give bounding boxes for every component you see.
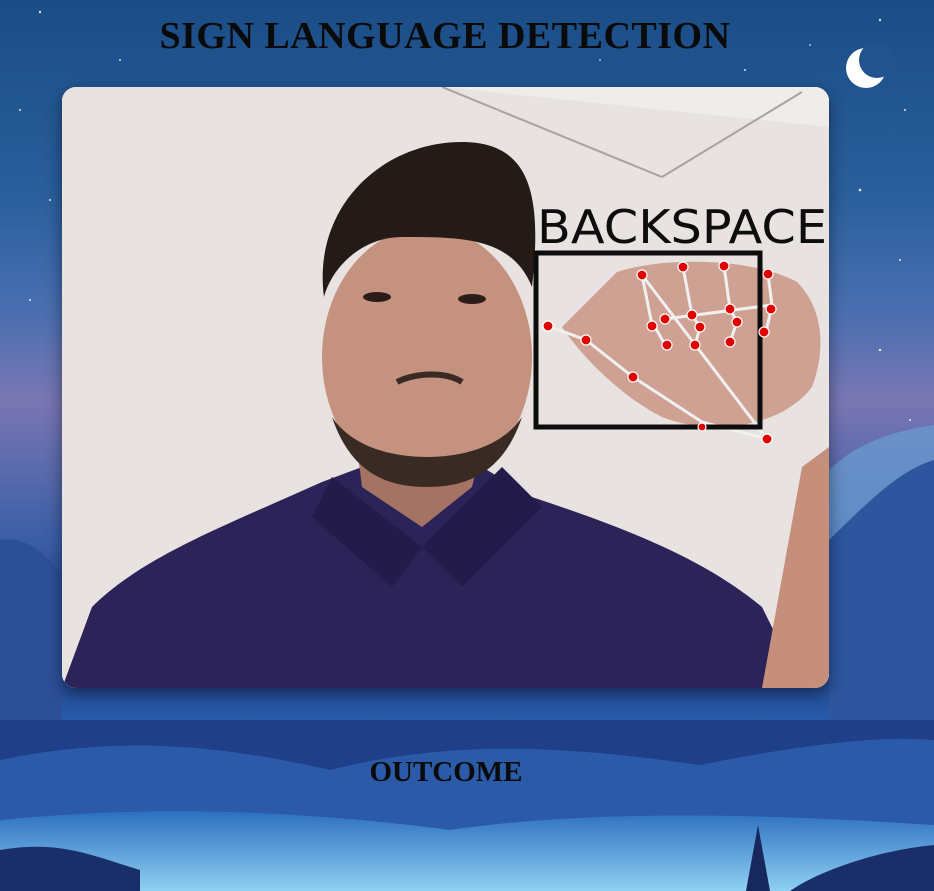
webcam-feed: BACKSPACE [62, 87, 829, 688]
detected-sign-label: BACKSPACE [537, 200, 827, 254]
page-title: SIGN LANGUAGE DETECTION [159, 15, 731, 57]
outcome-heading: OUTCOME [369, 756, 523, 788]
outcome-panel [0, 720, 934, 891]
